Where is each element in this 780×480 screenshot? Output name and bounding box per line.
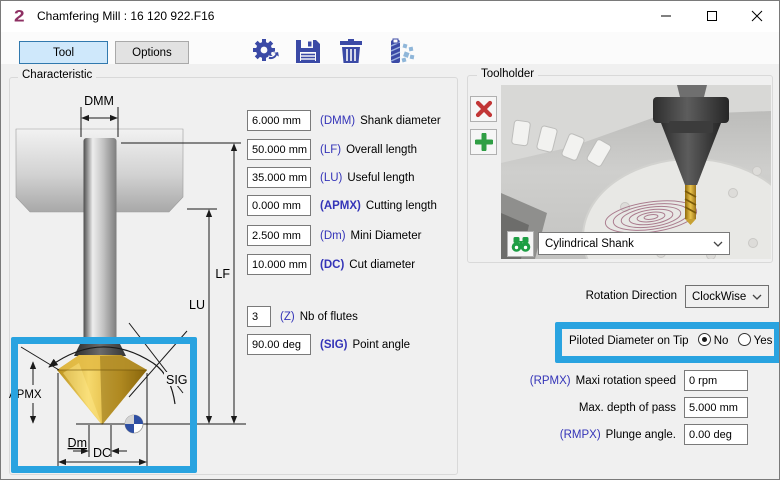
- label-mini-diameter: (Dm) Mini Diameter: [320, 225, 421, 246]
- input-nb-flutes[interactable]: 3: [247, 306, 271, 327]
- radio-yes-label[interactable]: Yes: [754, 335, 773, 347]
- label-plunge-angle: (RMPX) Plunge angle.: [436, 424, 676, 446]
- code-dmm: (DMM): [320, 115, 355, 127]
- piloted-diameter-label: Piloted Diameter on Tip: [569, 335, 689, 347]
- toolholder-group-label: Toolholder: [477, 68, 538, 80]
- rotation-direction-value: ClockWise: [692, 291, 746, 303]
- label-shank-diameter: (DMM) Shank diameter: [320, 110, 441, 131]
- input-max-depth-of-pass[interactable]: 5.000 mm: [684, 397, 748, 418]
- label-point-angle: (SIG) Point angle: [320, 334, 410, 355]
- shank-type-dropdown[interactable]: Cylindrical Shank: [538, 232, 730, 255]
- text-mini-diameter: Mini Diameter: [351, 230, 422, 242]
- rotation-direction-label: Rotation Direction: [477, 285, 677, 307]
- code-lf: (LF): [320, 144, 341, 156]
- code-sig: (SIG): [320, 339, 347, 351]
- minimize-icon: [660, 10, 672, 22]
- green-plus-icon: [475, 133, 493, 151]
- radio-no[interactable]: No: [698, 335, 729, 347]
- radio-no-label[interactable]: No: [714, 335, 729, 347]
- dim-label-dc: DC: [93, 446, 111, 460]
- text-max-depth-of-pass: Max. depth of pass: [579, 402, 676, 414]
- code-dm: (Dm): [320, 230, 346, 242]
- label-useful-length: (LU) Useful length: [320, 167, 415, 188]
- text-plunge-angle: Plunge angle.: [606, 429, 676, 441]
- input-point-angle[interactable]: 90.00 deg: [247, 334, 311, 355]
- text-maxi-rotation-speed: Maxi rotation speed: [576, 375, 676, 387]
- label-maxi-rotation-speed: (RPMX) Maxi rotation speed: [436, 370, 676, 392]
- binoculars-icon: [511, 236, 531, 253]
- text-overall-length: Overall length: [346, 144, 417, 156]
- dim-label-dmm: DMM: [84, 94, 114, 108]
- text-shank-diameter: Shank diameter: [360, 115, 441, 127]
- input-plunge-angle[interactable]: 0.00 deg: [684, 424, 748, 445]
- gear-sync-icon: [251, 38, 281, 65]
- app-logo-icon: 2: [14, 8, 25, 27]
- maximize-icon: [706, 10, 718, 22]
- rotation-direction-dropdown[interactable]: ClockWise: [685, 285, 769, 308]
- close-button[interactable]: [734, 1, 780, 31]
- code-rpmx: (RPMX): [530, 375, 571, 387]
- label-max-depth-of-pass: Max. depth of pass: [436, 397, 676, 419]
- close-icon: [751, 10, 763, 22]
- dim-label-apmx: APMX: [9, 389, 42, 401]
- tool-simulation-icon: [386, 38, 416, 65]
- maximize-button[interactable]: [689, 1, 735, 31]
- save-button[interactable]: [293, 38, 323, 65]
- tool-diagram: DMM LF LU APMX SIG DC Dm: [1, 81, 251, 480]
- window-title: Chamfering Mill : 16 120 922.F16: [37, 9, 214, 23]
- label-cutting-length: (APMX) Cutting length: [320, 195, 437, 216]
- tool-editor-window: 2 Chamfering Mill : 16 120 922.F16 Tool …: [0, 0, 780, 480]
- piloted-diameter-row: Piloted Diameter on Tip No Yes: [569, 333, 772, 347]
- save-icon: [293, 38, 323, 65]
- tab-options[interactable]: Options: [115, 41, 189, 64]
- trash-icon: [337, 38, 367, 65]
- input-cutting-length[interactable]: 0.000 mm: [247, 195, 311, 216]
- radio-no-circle[interactable]: [698, 333, 711, 346]
- label-cut-diameter: (DC) Cut diameter: [320, 254, 415, 275]
- radio-yes-circle[interactable]: [738, 333, 751, 346]
- chevron-down-icon: [713, 241, 723, 247]
- delete-button[interactable]: [337, 38, 367, 65]
- dim-label-dm: Dm: [68, 436, 87, 450]
- toolholder-add-button[interactable]: [470, 129, 497, 155]
- toolholder-delete-button[interactable]: [470, 96, 497, 122]
- chevron-down-icon: [752, 294, 762, 300]
- input-useful-length[interactable]: 35.000 mm: [247, 167, 311, 188]
- input-mini-diameter[interactable]: 2.500 mm: [247, 225, 311, 246]
- input-cut-diameter[interactable]: 10.000 mm: [247, 254, 311, 275]
- dim-label-lu: LU: [189, 298, 205, 312]
- tool-origin-marker: [125, 415, 143, 433]
- code-lu: (LU): [320, 172, 342, 184]
- label-overall-length: (LF) Overall length: [320, 139, 417, 160]
- text-useful-length: Useful length: [347, 172, 414, 184]
- code-apmx: (APMX): [320, 200, 361, 212]
- code-z: (Z): [280, 311, 295, 323]
- input-maxi-rotation-speed[interactable]: 0 rpm: [684, 370, 748, 391]
- radio-yes[interactable]: Yes: [738, 335, 773, 347]
- text-nb-flutes: Nb of flutes: [300, 311, 358, 323]
- settings-sync-button[interactable]: [251, 38, 281, 65]
- label-nb-flutes: (Z) Nb of flutes: [280, 306, 358, 327]
- text-point-angle: Point angle: [352, 339, 410, 351]
- text-cutting-length: Cutting length: [366, 200, 437, 212]
- search-toolholder-button[interactable]: [507, 231, 534, 257]
- tab-tool[interactable]: Tool: [19, 41, 108, 64]
- code-dc: (DC): [320, 259, 344, 271]
- characteristic-group-label: Characteristic: [18, 69, 96, 81]
- input-overall-length[interactable]: 50.000 mm: [247, 139, 311, 160]
- input-shank-diameter[interactable]: 6.000 mm: [247, 110, 311, 131]
- shank-type-value: Cylindrical Shank: [545, 238, 634, 250]
- minimize-button[interactable]: [643, 1, 689, 31]
- dim-label-sig: SIG: [166, 373, 188, 387]
- red-cross-icon: [475, 100, 493, 118]
- dim-label-lf: LF: [215, 267, 230, 281]
- text-cut-diameter: Cut diameter: [349, 259, 415, 271]
- code-rmpx: (RMPX): [560, 429, 601, 441]
- tool-simulation-button[interactable]: [386, 38, 416, 65]
